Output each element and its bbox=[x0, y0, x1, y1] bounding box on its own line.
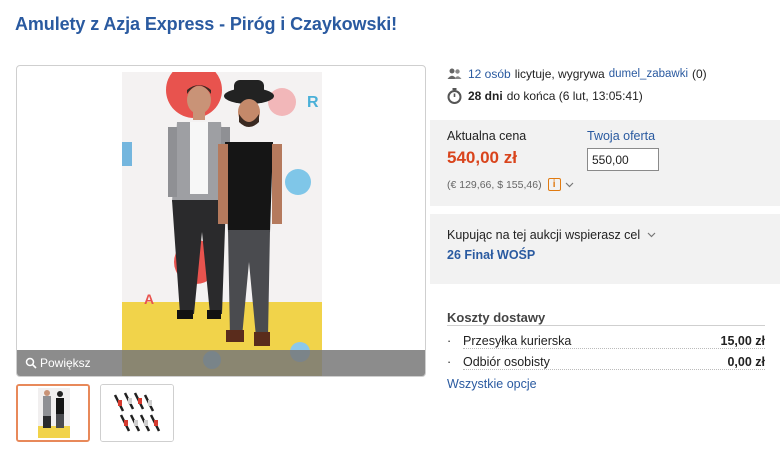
bidders-text: licytuje, wygrywa bbox=[514, 67, 605, 81]
chevron-down-icon[interactable] bbox=[565, 182, 574, 188]
info-icon[interactable]: i bbox=[547, 178, 561, 191]
shipping-option-price: 0,00 zł bbox=[723, 355, 765, 369]
dotted-leader bbox=[463, 369, 765, 370]
charity-text: Kupując na tej aukcji wspierasz cel bbox=[447, 228, 641, 242]
shipping-row: · Przesyłka kurierska 15,00 zł bbox=[447, 334, 765, 354]
shipping-option-price: 15,00 zł bbox=[716, 334, 765, 348]
bidders-count-link[interactable]: 12 osób bbox=[468, 67, 511, 81]
days-left: 28 dni bbox=[468, 89, 503, 103]
chevron-down-icon[interactable] bbox=[647, 232, 656, 238]
current-price: 540,00 zł bbox=[447, 148, 517, 167]
thumbnail-1-image bbox=[18, 386, 88, 440]
charity-cause-link[interactable]: 26 Finał WOŚP bbox=[447, 248, 535, 262]
offer-input[interactable] bbox=[587, 148, 659, 171]
main-photo[interactable]: R A bbox=[122, 72, 322, 376]
svg-text:A: A bbox=[144, 291, 154, 307]
shipping-option-name: Przesyłka kurierska bbox=[463, 334, 575, 348]
stopwatch-icon bbox=[447, 88, 462, 104]
bullet: · bbox=[447, 334, 452, 348]
zoom-label: Powiększ bbox=[40, 356, 91, 370]
shipping-row: · Odbiór osobisty 0,00 zł bbox=[447, 355, 765, 375]
shipping-divider bbox=[447, 325, 765, 326]
all-options-link[interactable]: Wszystkie opcje bbox=[447, 377, 537, 391]
people-icon bbox=[447, 68, 462, 80]
shipping-option-name: Odbiór osobisty bbox=[463, 355, 553, 369]
charity-line: Kupując na tej aukcji wspierasz cel bbox=[447, 228, 656, 242]
page-title: Amulety z Azja Express - Piróg i Czaykow… bbox=[15, 14, 398, 34]
zoom-bar[interactable]: Powiększ bbox=[17, 350, 425, 376]
main-photo-frame[interactable]: R A Powiększ bbox=[16, 65, 426, 377]
conversion-text: (€ 129,66, $ 155,46) bbox=[447, 178, 542, 191]
dotted-leader bbox=[463, 348, 765, 349]
thumbnail-2-image bbox=[101, 385, 173, 441]
winner-link[interactable]: dumel_zabawki bbox=[609, 68, 688, 80]
magnifier-icon bbox=[25, 357, 37, 369]
svg-text:R: R bbox=[307, 94, 319, 111]
thumbnail-2[interactable] bbox=[100, 384, 174, 442]
thumbnail-1[interactable] bbox=[16, 384, 90, 442]
end-date: do końca (6 lut, 13:05:41) bbox=[506, 89, 643, 103]
shipping-title: Koszty dostawy bbox=[447, 310, 546, 325]
bullet: · bbox=[447, 355, 452, 369]
winner-score: (0) bbox=[692, 67, 707, 81]
time-left-line: 28 dni do końca (6 lut, 13:05:41) bbox=[447, 88, 643, 104]
current-price-label: Aktualna cena bbox=[447, 129, 527, 143]
bidders-line: 12 osób licytuje, wygrywa dumel_zabawki … bbox=[447, 67, 707, 81]
currency-conversion: (€ 129,66, $ 155,46) i bbox=[447, 178, 574, 191]
photo-illustration: R A bbox=[122, 72, 322, 376]
your-offer-label[interactable]: Twoja oferta bbox=[587, 129, 655, 143]
